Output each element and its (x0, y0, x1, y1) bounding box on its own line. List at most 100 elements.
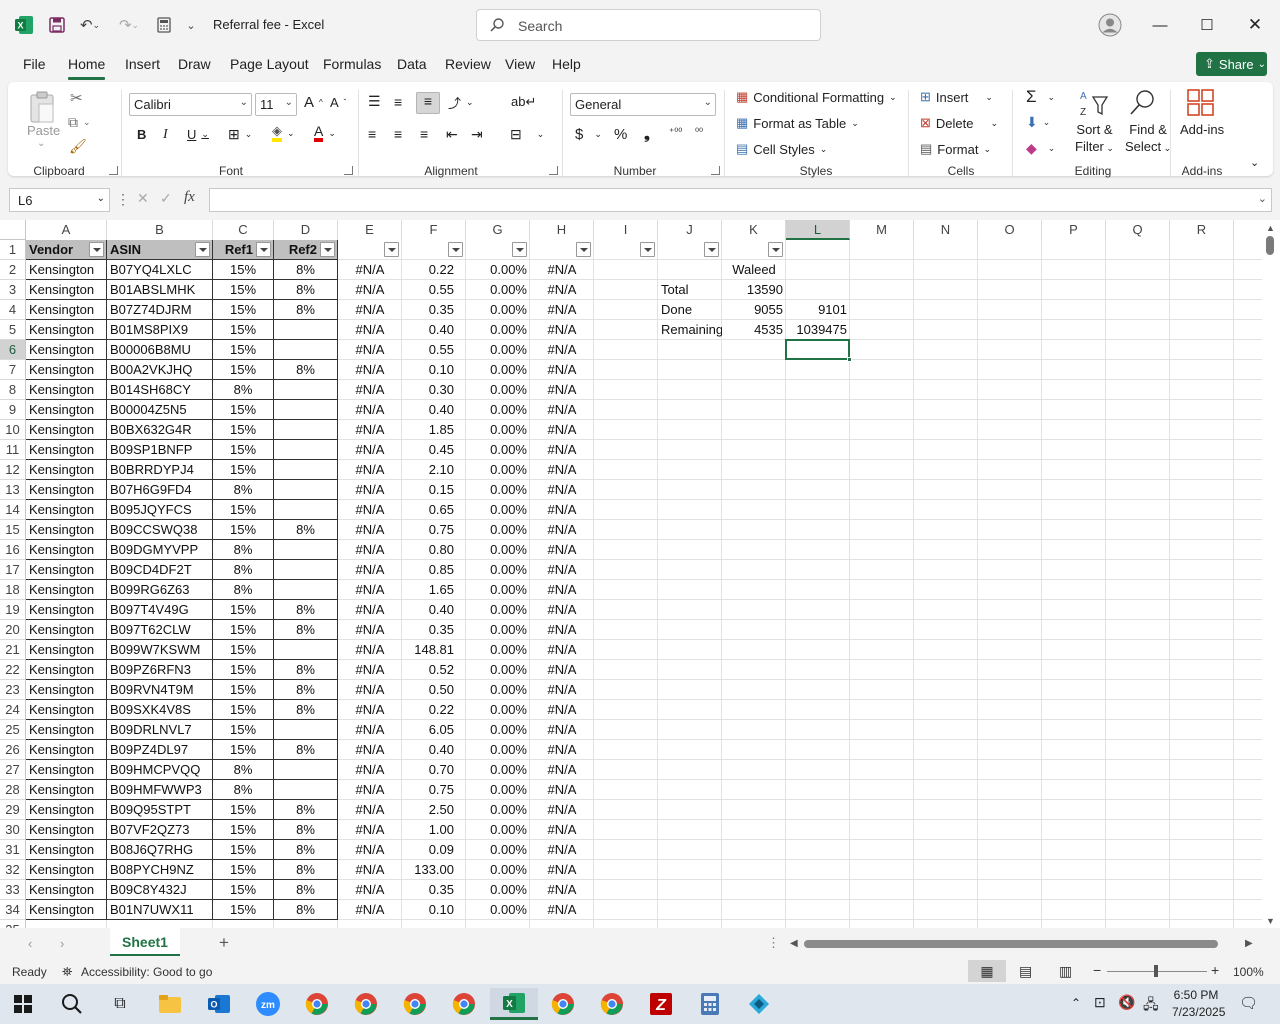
cell-styles-button[interactable]: ▤ Cell Styles ⌄ (736, 141, 827, 157)
borders-icon[interactable]: ⊞ ⌄ (228, 126, 252, 143)
table-cell[interactable]: #N/A (530, 280, 594, 300)
table-cell[interactable]: #N/A (530, 680, 594, 700)
insert-cells-button[interactable]: ⊞ Insert ⌄ (920, 89, 993, 105)
tab-insert[interactable]: Insert (125, 56, 160, 72)
table-cell[interactable]: #N/A (530, 320, 594, 340)
table-cell[interactable]: 15% (213, 300, 274, 320)
chrome-icon[interactable] (446, 988, 482, 1020)
tab-view[interactable]: View (505, 56, 535, 72)
row-header-8[interactable]: 8 (0, 380, 26, 400)
table-cell[interactable]: 0.00% (466, 600, 530, 620)
table-cell[interactable]: B01N7UWX11 (107, 900, 213, 920)
table-cell[interactable]: #N/A (530, 840, 594, 860)
table-cell[interactable]: Kensington (26, 900, 107, 920)
tab-formulas[interactable]: Formulas (323, 56, 381, 72)
table-cell[interactable]: B09DGMYVPP (107, 540, 213, 560)
column-header-o[interactable]: O (978, 220, 1042, 240)
bold-icon[interactable]: B (137, 127, 146, 142)
table-cell[interactable]: Kensington (26, 460, 107, 480)
table-cell[interactable]: Kensington (26, 800, 107, 820)
filezilla-icon[interactable]: Z (643, 988, 679, 1020)
add-ins-button[interactable]: Add-ins (1180, 122, 1224, 137)
table-cell[interactable]: 0.00% (466, 740, 530, 760)
table-cell[interactable]: #N/A (530, 760, 594, 780)
merge-center-icon[interactable]: ⊟ ⌄ (510, 126, 544, 143)
row-header-3[interactable]: 3 (0, 280, 26, 300)
summary-cell-k2[interactable]: Waleed (722, 260, 786, 280)
table-cell[interactable]: Kensington (26, 880, 107, 900)
table-cell[interactable]: B097T62CLW (107, 620, 213, 640)
increase-indent-icon[interactable]: ⇥ (471, 126, 483, 143)
table-cell[interactable]: 148.81 (402, 640, 466, 660)
table-cell[interactable]: Kensington (26, 860, 107, 880)
filter-dropdown-icon[interactable] (640, 242, 655, 257)
table-cell[interactable]: 8% (274, 600, 338, 620)
table-cell[interactable]: 8% (274, 820, 338, 840)
excel-taskbar-icon[interactable]: X (490, 988, 538, 1020)
table-cell[interactable]: 0.00% (466, 840, 530, 860)
save-icon[interactable] (46, 14, 68, 36)
table-cell[interactable]: #N/A (338, 720, 402, 740)
table-cell[interactable]: Kensington (26, 700, 107, 720)
column-header-d[interactable]: D (274, 220, 338, 240)
cut-icon[interactable]: ✂ (70, 89, 83, 107)
table-cell[interactable]: 8% (274, 360, 338, 380)
column-header-l[interactable]: L (786, 220, 850, 240)
table-cell[interactable]: 15% (213, 340, 274, 360)
summary-cell-j3[interactable]: Total (658, 280, 722, 300)
paste-button[interactable]: Paste (27, 123, 60, 138)
table-cell[interactable]: 0.75 (402, 780, 466, 800)
table-cell[interactable]: #N/A (338, 380, 402, 400)
table-cell[interactable]: 8% (274, 860, 338, 880)
table-cell[interactable]: 15% (213, 520, 274, 540)
table-cell[interactable]: Kensington (26, 720, 107, 740)
copy-icon[interactable]: ⧉ ⌄ (68, 114, 91, 131)
table-cell[interactable]: 0.00% (466, 640, 530, 660)
table-cell[interactable] (274, 760, 338, 780)
table-cell[interactable]: #N/A (530, 500, 594, 520)
format-as-table-button[interactable]: ▦ Format as Table ⌄ (736, 115, 859, 131)
table-cell[interactable]: 0.00% (466, 540, 530, 560)
table-cell[interactable]: #N/A (530, 380, 594, 400)
table-cell[interactable]: #N/A (530, 720, 594, 740)
summary-cell-l4[interactable]: 9101 (786, 300, 850, 320)
table-cell[interactable]: 8% (274, 700, 338, 720)
table-cell[interactable]: 0.00% (466, 780, 530, 800)
table-cell[interactable]: 15% (213, 600, 274, 620)
table-cell[interactable]: 0.00% (466, 800, 530, 820)
table-cell[interactable]: 0.00% (466, 480, 530, 500)
minimize-button[interactable]: — (1145, 12, 1175, 38)
table-cell[interactable]: B07YQ4LXLC (107, 260, 213, 280)
volume-muted-icon[interactable]: 🔇 (1118, 994, 1135, 1011)
add-ins-icon[interactable] (1186, 88, 1216, 118)
table-cell[interactable]: 15% (213, 900, 274, 920)
table-cell[interactable]: #N/A (338, 880, 402, 900)
file-explorer-icon[interactable] (152, 988, 188, 1020)
notifications-icon[interactable]: 🗨 (1239, 994, 1258, 1012)
find-icon[interactable] (1125, 88, 1159, 118)
table-cell[interactable]: B095JQYFCS (107, 500, 213, 520)
format-painter-icon[interactable]: 🖌 (69, 138, 87, 155)
close-button[interactable]: ✕ (1240, 12, 1270, 38)
table-cell[interactable] (274, 640, 338, 660)
table-cell[interactable]: 8% (274, 880, 338, 900)
table-cell[interactable]: 15% (213, 360, 274, 380)
table-cell[interactable]: #N/A (338, 400, 402, 420)
table-cell[interactable]: 15% (213, 280, 274, 300)
table-cell[interactable]: 0.40 (402, 400, 466, 420)
vertical-scroll-thumb[interactable] (1266, 236, 1274, 255)
table-cell[interactable]: B09Q95STPT (107, 800, 213, 820)
customize-qat-icon[interactable]: ⌄ (184, 14, 198, 36)
table-cell[interactable]: 0.00% (466, 280, 530, 300)
table-cell[interactable]: 2.10 (402, 460, 466, 480)
table-cell[interactable]: #N/A (338, 700, 402, 720)
table-cell[interactable]: B09PZ4DL97 (107, 740, 213, 760)
table-cell[interactable]: 15% (213, 420, 274, 440)
table-cell[interactable]: #N/A (530, 740, 594, 760)
table-cell[interactable]: 0.50 (402, 680, 466, 700)
table-cell[interactable]: 0.00% (466, 260, 530, 280)
page-break-view-icon[interactable]: ▥ (1059, 963, 1072, 980)
table-cell[interactable]: 0.00% (466, 900, 530, 920)
table-cell[interactable]: 0.00% (466, 560, 530, 580)
delete-cells-button[interactable]: ⊠ Delete ⌄ (920, 115, 998, 131)
